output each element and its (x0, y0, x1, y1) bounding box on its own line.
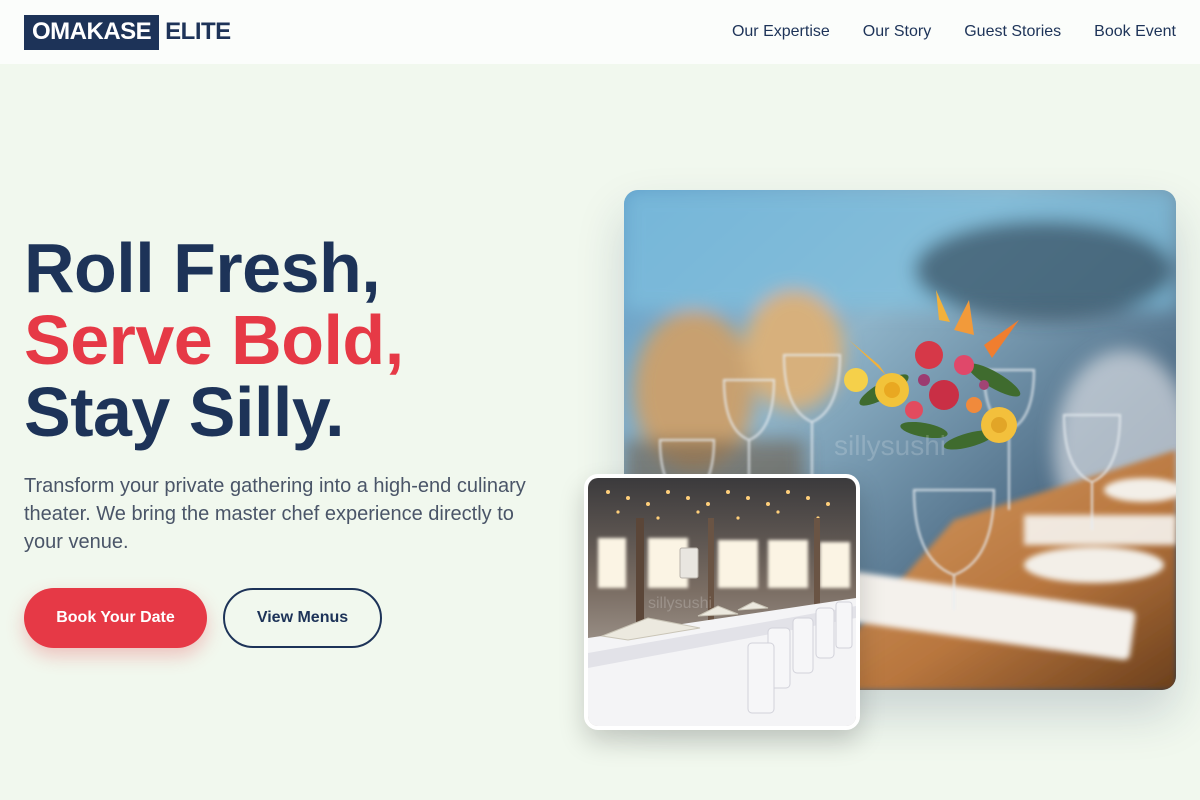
main-nav: Our Expertise Our Story Guest Stories Bo… (732, 23, 1176, 41)
brand-logo[interactable]: OMAKASE ELITE (24, 14, 231, 50)
svg-text:sillysushi: sillysushi (834, 430, 946, 461)
book-your-date-button[interactable]: Book Your Date (24, 588, 207, 648)
site-header: OMAKASE ELITE Our Expertise Our Story Gu… (0, 0, 1200, 64)
nav-link-book-event[interactable]: Book Event (1094, 23, 1176, 41)
svg-text:sillysushi: sillysushi (648, 595, 712, 612)
logo-box-text: OMAKASE (24, 14, 160, 50)
nav-link-our-expertise[interactable]: Our Expertise (732, 23, 830, 41)
hero-title-line-2: Serve Bold, (24, 301, 404, 379)
banquet-hall-image: sillysushi (584, 474, 860, 730)
hero-description: Transform your private gathering into a … (24, 475, 526, 553)
view-menus-button[interactable]: View Menus (223, 588, 382, 648)
logo-rest-text: ELITE (165, 18, 231, 45)
nav-link-our-story[interactable]: Our Story (863, 23, 931, 41)
hero-title-line-3: Stay Silly. (24, 373, 345, 451)
hero-title-line-1: Roll Fresh, (24, 229, 381, 307)
hero-title: Roll Fresh, Serve Bold, Stay Silly. (24, 232, 404, 448)
nav-link-guest-stories[interactable]: Guest Stories (964, 23, 1061, 41)
